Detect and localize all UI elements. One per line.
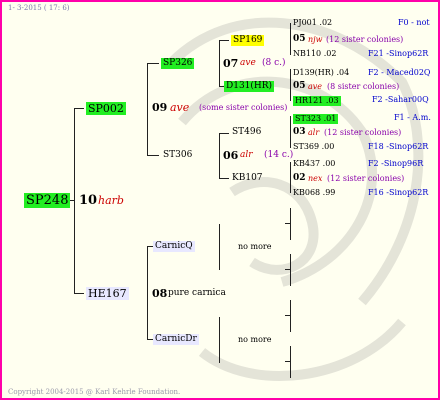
connector: [74, 108, 84, 109]
queen-row-number: 02: [293, 173, 306, 183]
connector: [74, 293, 84, 294]
queen-row-breeder: ave: [308, 82, 323, 91]
connector: [219, 133, 220, 179]
queen-d139-id[interactable]: D139(HR) .04: [293, 69, 349, 77]
queen-st323-id[interactable]: ST323 .01: [293, 114, 339, 124]
queen-row-breeder: nex: [308, 174, 323, 183]
queen-kb068-id[interactable]: KB068 .99: [293, 189, 335, 197]
connector: [290, 69, 291, 101]
queen-hr121-origin: F2 -Sahar00Q: [372, 95, 429, 104]
connector: [285, 223, 291, 224]
connector: [290, 346, 291, 378]
queen-hr121-id[interactable]: HR121 .03: [293, 96, 341, 106]
queen-row-breeder: njw: [308, 35, 323, 44]
queen-pj001-origin: F0 - not: [398, 18, 430, 27]
queen-st369-id[interactable]: ST369 .00: [293, 143, 334, 151]
sire-queen-number: 09: [152, 101, 168, 114]
queen-row-number: 05: [293, 34, 306, 44]
connector: [290, 162, 291, 193]
queen-row-number: 03: [293, 127, 306, 137]
connector: [219, 178, 229, 179]
connector: [147, 246, 148, 340]
queen-kb068-origin: F16 -Sinop62R: [368, 188, 429, 197]
queen-row-note: (12 sister colonies): [324, 128, 402, 137]
connector: [285, 315, 291, 316]
sire-queen-note: (some sister colonies): [199, 103, 288, 112]
queen-row-note: (12 sister colonies): [326, 35, 404, 44]
connector: [290, 254, 291, 286]
connector: [290, 300, 291, 332]
connector: [74, 108, 75, 294]
queen-st496-id[interactable]: ST496: [232, 128, 261, 137]
connector: [290, 23, 291, 55]
queen-st306-number: 06: [223, 149, 239, 162]
connector: [219, 40, 229, 41]
connector: [290, 116, 291, 148]
dam-queen-id[interactable]: HE167: [86, 287, 129, 300]
queen-pj001-id[interactable]: PJ001 .02: [293, 19, 332, 27]
connector: [219, 133, 229, 134]
queen-kb107-id[interactable]: KB107: [232, 174, 263, 183]
queen-sp169-id[interactable]: SP169: [231, 35, 265, 46]
copyright-footer: Copyright 2004-2015 @ Karl Kehrle Founda…: [8, 388, 181, 396]
queen-row-number: 05: [293, 81, 306, 91]
queen-row-breeder: alr: [308, 128, 320, 137]
queen-carnicq-id[interactable]: CarnicQ: [153, 241, 195, 252]
queen-st306-breeder: alr: [240, 150, 253, 160]
queen-st306-id[interactable]: ST306: [163, 151, 192, 160]
connector: [290, 208, 291, 240]
queen-sp326-breeder: ave: [240, 58, 256, 68]
connector: [147, 63, 148, 156]
root-queen-breeder: harb: [98, 194, 124, 207]
dam-queen-breeder: pure carnica: [168, 288, 226, 298]
queen-sp326-note: (8 c.): [262, 58, 286, 68]
connector: [219, 317, 220, 363]
queen-nb110-id[interactable]: NB110 .02: [293, 50, 336, 58]
queen-carnicdr-nomore: no more: [238, 335, 272, 344]
queen-kb437-id[interactable]: KB437 .00: [293, 160, 335, 168]
queen-d139-origin: F2 - Maced02Q: [368, 68, 431, 77]
root-queen-number: 10: [79, 193, 98, 208]
connector: [219, 40, 220, 87]
sire-queen-breeder: ave: [170, 101, 190, 114]
connector: [285, 269, 291, 270]
connector: [285, 361, 291, 362]
queen-nb110-origin: F21 -Sinop62R: [368, 49, 429, 58]
dam-queen-number: 08: [152, 287, 168, 300]
queen-kb437-origin: F2 -Sinop96R: [368, 159, 424, 168]
queen-st323-origin: F1 - A.m.: [394, 113, 431, 122]
queen-row-note: (12 sister colonies): [327, 174, 405, 183]
root-queen-id[interactable]: SP248: [24, 193, 71, 208]
date-stamp: 1- 3-2015 ( 17: 6): [8, 4, 70, 12]
pedigree-frame: 1- 3-2015 ( 17: 6) SP248 10 harb SP002 0…: [0, 0, 440, 400]
connector: [219, 224, 220, 270]
queen-st306-note: (14 c.): [264, 150, 294, 160]
connector: [147, 155, 159, 156]
queen-carnicdr-id[interactable]: CarnicDr: [153, 334, 199, 345]
queen-row-note: (8 sister colonies): [327, 82, 400, 91]
queen-sp326-number: 07: [223, 57, 239, 70]
queen-d131-id[interactable]: D131(HR): [224, 81, 275, 92]
queen-sp326-id[interactable]: SP326: [161, 58, 195, 69]
sire-queen-id[interactable]: SP002: [86, 102, 126, 115]
queen-carnicq-nomore: no more: [238, 242, 272, 251]
connector: [147, 63, 159, 64]
queen-st369-origin: F18 -Sinop62R: [368, 142, 429, 151]
